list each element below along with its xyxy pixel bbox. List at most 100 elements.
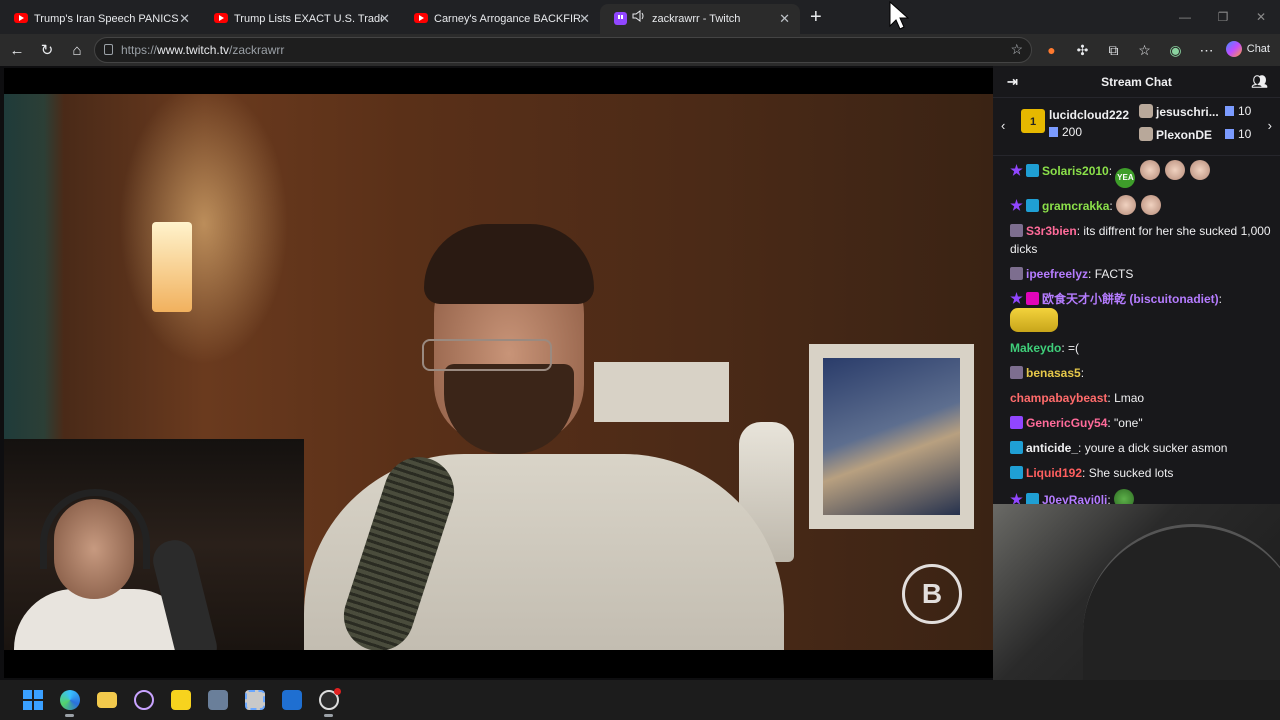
minimize-icon[interactable]: — (1166, 0, 1204, 34)
prime-badge-icon[interactable] (1010, 199, 1023, 211)
prime-badge-icon[interactable] (1010, 164, 1023, 176)
favorites-icon[interactable]: ☆ (1129, 42, 1160, 59)
sub-gift-icon (1049, 127, 1058, 137)
message-separator: : (1108, 164, 1116, 178)
user-badge-icon[interactable] (1010, 267, 1023, 280)
favorite-star-icon[interactable]: ☆ (1010, 41, 1023, 58)
youtube-icon (214, 13, 228, 23)
chat-message-text: Lmao (1114, 391, 1145, 405)
chat-username[interactable]: 欧食天才小餅乾 (biscuitonadiet) (1042, 292, 1219, 306)
url-prefix: https:// (121, 43, 158, 57)
user-badge-icon[interactable] (1010, 366, 1023, 379)
chat-username[interactable]: anticide_ (1026, 441, 1078, 455)
youtube-icon (414, 13, 428, 23)
edge-icon[interactable] (51, 680, 88, 720)
url-path: /zackrawrr (229, 43, 285, 57)
leader-name[interactable]: lucidcloud222 (1049, 108, 1129, 122)
chat-message: S3r3bien: its diffrent for her she sucke… (1010, 222, 1272, 258)
tab-title: Carney's Arrogance BACKFIRES as (434, 13, 582, 25)
leaderboard-prev-icon[interactable]: ‹ (1001, 118, 1005, 133)
streamer-webcam-overlay (4, 439, 304, 650)
face-emote-icon[interactable] (1190, 160, 1211, 180)
face-emote-icon[interactable] (1116, 195, 1137, 215)
twitch-badge-icon[interactable] (1010, 416, 1023, 429)
chat-username[interactable]: gramcrakka (1042, 199, 1109, 213)
crown-badge-icon[interactable] (1010, 441, 1023, 454)
chat-message: benasas5: (1010, 364, 1272, 382)
leaderboard-next-icon[interactable]: › (1268, 118, 1272, 133)
tab-2[interactable]: Trump Lists EXACT U.S. Trade Deal ✕ (200, 4, 400, 34)
new-tab-button[interactable]: + (810, 6, 822, 29)
video-player[interactable]: B (4, 68, 993, 678)
chat-username[interactable]: benasas5 (1026, 366, 1081, 380)
chat-button-label: Chat (1246, 43, 1270, 55)
chat-message: 欧食天才小餅乾 (biscuitonadiet): (1010, 290, 1272, 332)
crown-badge-icon[interactable] (1026, 164, 1039, 177)
tab-4-active[interactable]: zackrawrr - Twitch ✕ (600, 4, 800, 34)
close-tab-icon[interactable]: ✕ (779, 11, 790, 27)
windows-start-icon[interactable] (14, 680, 51, 720)
minion-emote-icon[interactable] (1010, 308, 1058, 332)
close-tab-icon[interactable]: ✕ (379, 11, 390, 27)
snipping-tool-icon[interactable] (236, 680, 273, 720)
youtube-icon (14, 13, 28, 23)
twitch-page: B ⇥ Stream Chat 👥︎ ‹ 1 lucidcloud222 200… (0, 66, 1280, 680)
gift-icon: 1 (1021, 109, 1045, 133)
file-explorer-icon[interactable] (88, 680, 125, 720)
refresh-icon[interactable]: ↻ (32, 36, 62, 64)
chat-username[interactable]: champabaybeast (1010, 391, 1107, 405)
url-bar[interactable]: https://www.twitch.tv/zackrawrr ☆ (94, 37, 1032, 63)
prime-badge-icon[interactable] (1010, 292, 1023, 304)
face-emote-icon[interactable] (1140, 160, 1161, 180)
tab-1[interactable]: Trump's Iran Speech PANICS The M ✕ (0, 4, 200, 34)
face-emote-icon[interactable] (1141, 195, 1162, 215)
vip-badge-icon[interactable] (1026, 292, 1039, 305)
chat-username[interactable]: Solaris2010 (1042, 164, 1109, 178)
extension-icon[interactable]: ● (1036, 42, 1067, 58)
close-window-icon[interactable]: ✕ (1242, 0, 1280, 34)
message-separator: : (1080, 366, 1085, 380)
split-screen-icon[interactable]: ⧉ (1098, 42, 1129, 59)
tab-3[interactable]: Carney's Arrogance BACKFIRES as ✕ (400, 4, 600, 34)
message-separator: : (1109, 199, 1117, 213)
back-icon[interactable]: ← (2, 36, 32, 64)
close-tab-icon[interactable]: ✕ (179, 11, 190, 27)
chat-message: anticide_: youre a dick sucker asmon (1010, 439, 1272, 457)
stream-chat-panel: ⇥ Stream Chat 👥︎ ‹ 1 lucidcloud222 200 j… (993, 66, 1280, 680)
video-frame[interactable]: B (4, 94, 993, 650)
home-icon[interactable]: ⌂ (62, 36, 92, 64)
chat-username[interactable]: ipeefreelyz (1026, 267, 1088, 281)
crown-badge-icon[interactable] (1026, 199, 1039, 212)
copilot-chat-button[interactable]: Chat (1225, 41, 1270, 57)
chat-message: Solaris2010: YEA (1010, 160, 1272, 188)
face-emote-icon[interactable] (1165, 160, 1186, 180)
calculator-icon[interactable] (199, 680, 236, 720)
sub-gift-icon (1225, 106, 1234, 116)
store-icon[interactable] (273, 680, 310, 720)
browser-tab-strip: Trump's Iran Speech PANICS The M ✕ Trump… (0, 0, 1280, 34)
maximize-icon[interactable]: ❐ (1204, 0, 1242, 34)
obs-icon[interactable] (310, 680, 347, 720)
leader-amount: 200 (1049, 125, 1082, 139)
user-badge-icon[interactable] (1010, 224, 1023, 237)
close-tab-icon[interactable]: ✕ (579, 11, 590, 27)
leader-name[interactable]: PlexonDE (1139, 127, 1229, 142)
yea-emote-icon[interactable]: YEA (1115, 168, 1136, 188)
collapse-chat-icon[interactable]: ⇥ (1007, 74, 1018, 90)
media-player-icon[interactable] (125, 680, 162, 720)
chat-username[interactable]: Makeydo (1010, 341, 1061, 355)
sticky-notes-icon[interactable] (162, 680, 199, 720)
leader-name[interactable]: jesuschri... (1139, 104, 1229, 119)
chat-username[interactable]: GenericGuy54 (1026, 416, 1107, 430)
chat-message-text: youre a dick sucker asmon (1084, 441, 1228, 455)
community-users-icon[interactable]: 👥︎ (1251, 74, 1268, 90)
crown-badge-icon[interactable] (1010, 466, 1023, 479)
extensions-puzzle-icon[interactable]: ✣ (1067, 42, 1098, 59)
more-menu-icon[interactable]: ⋯ (1191, 42, 1222, 59)
chat-username[interactable]: Liquid192 (1026, 466, 1082, 480)
profile-avatar[interactable]: ◉ (1160, 42, 1191, 59)
site-info-icon[interactable] (104, 44, 113, 55)
chat-username[interactable]: S3r3bien (1026, 224, 1077, 238)
audio-playing-icon[interactable] (632, 10, 645, 22)
copilot-icon (1225, 41, 1242, 57)
